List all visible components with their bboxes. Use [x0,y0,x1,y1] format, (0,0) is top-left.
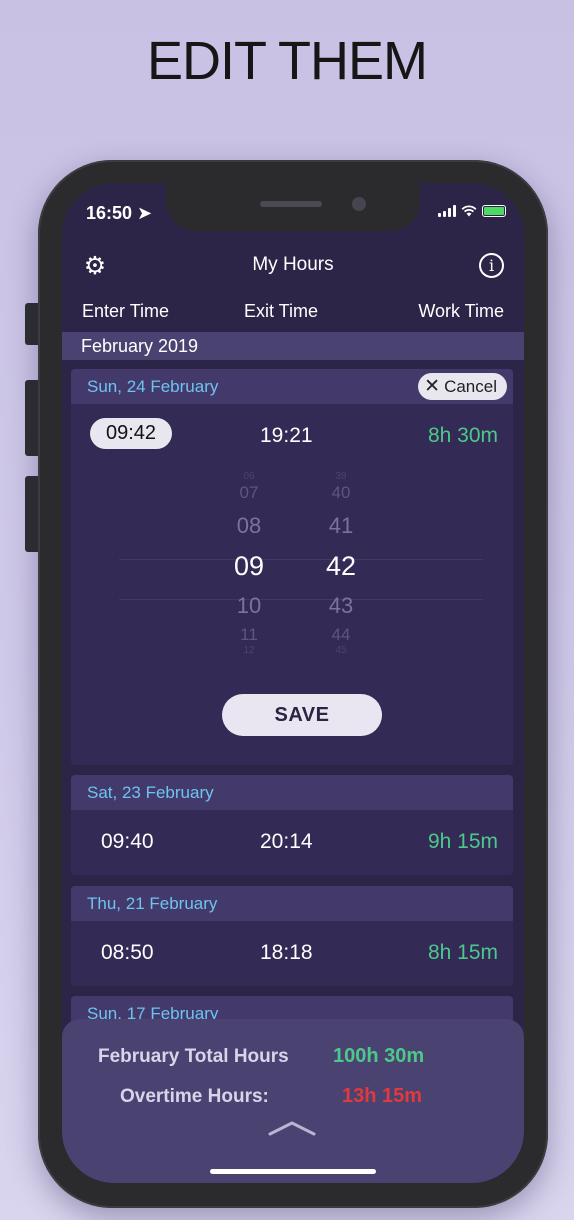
minute-option[interactable]: 39 [311,471,371,482]
card-date-header: Sun, 24 February ✕ Cancel [71,369,513,404]
hour-option[interactable]: 11 [219,625,279,645]
total-hours-label: February Total Hours [98,1046,289,1067]
editing-card: Sun, 24 February ✕ Cancel 09:42 19:21 8h… [71,369,513,765]
summary-panel[interactable]: February Total Hours 100h 30m Overtime H… [62,1019,524,1183]
entry-row[interactable]: 09:40 20:14 9h 15m [71,810,513,874]
card-date: Sun, 24 February [87,377,219,396]
enter-time[interactable]: 08:50 [101,941,154,965]
month-header: February 2019 [62,332,524,360]
editing-row: 09:42 19:21 8h 30m [71,404,513,468]
work-time: 9h 15m [427,830,498,853]
info-icon[interactable]: i [479,253,504,278]
wifi-icon [461,205,477,217]
time-picker[interactable]: 06 07 08 09 10 11 12 39 40 41 42 43 44 4… [71,471,513,675]
entry-row[interactable]: 08:50 18:18 8h 15m [71,921,513,985]
column-header-exit: Exit Time [244,301,319,321]
column-headers: Enter Time Exit Time Work Time [82,301,504,322]
hour-option[interactable]: 06 [219,471,279,482]
exit-time[interactable]: 20:14 [260,830,313,854]
minute-option[interactable]: 40 [311,483,371,503]
entry-card[interactable]: Sat, 23 February 09:40 20:14 9h 15m [71,775,513,875]
enter-time-pill[interactable]: 09:42 [90,418,172,449]
battery-icon [482,205,506,217]
cancel-label: Cancel [444,377,497,396]
minute-option-selected[interactable]: 42 [311,551,371,582]
notch [166,183,420,231]
close-icon: ✕ [424,376,441,397]
exit-time[interactable]: 19:21 [260,424,313,448]
column-header-enter: Enter Time [82,301,170,321]
hour-option[interactable]: 08 [219,513,279,539]
status-time: 16:50 ➤ [86,203,153,223]
minute-option[interactable]: 44 [311,625,371,645]
exit-time[interactable]: 18:18 [260,941,313,965]
camera [352,197,366,211]
minute-option[interactable]: 41 [311,513,371,539]
work-time: 8h 15m [427,941,498,964]
total-hours-value: 100h 30m [333,1045,425,1067]
signal-icon [438,205,456,217]
hour-option[interactable]: 07 [219,483,279,503]
hour-option[interactable]: 10 [219,593,279,619]
card-date-header: Sat, 23 February [71,775,513,810]
chevron-up-icon[interactable] [268,1119,316,1137]
work-time: 8h 30m [427,424,498,447]
hour-option-selected[interactable]: 09 [219,551,279,582]
entry-card[interactable]: Thu, 21 February 08:50 18:18 8h 15m [71,886,513,986]
overtime-label: Overtime Hours: [120,1086,269,1107]
overtime-value: 13h 15m [342,1085,423,1107]
status-icons [438,205,506,217]
cancel-button[interactable]: ✕ Cancel [418,373,507,400]
minute-option[interactable]: 45 [311,645,371,656]
column-header-work: Work Time [418,301,504,321]
headline: EDIT THEM [146,31,428,91]
enter-time[interactable]: 09:40 [101,830,154,854]
speaker [260,201,322,207]
phone-screen: 16:50 ➤ ⚙ My Hours i Enter Time Exit Tim… [62,183,524,1183]
card-date-header: Thu, 21 February [71,886,513,921]
app-title: My Hours [252,254,334,275]
card-date: Sat, 23 February [87,783,214,802]
home-indicator[interactable] [210,1169,376,1174]
card-date: Thu, 21 February [87,894,218,913]
save-button[interactable]: SAVE [222,694,382,736]
minute-option[interactable]: 43 [311,593,371,619]
hour-option[interactable]: 12 [219,645,279,656]
